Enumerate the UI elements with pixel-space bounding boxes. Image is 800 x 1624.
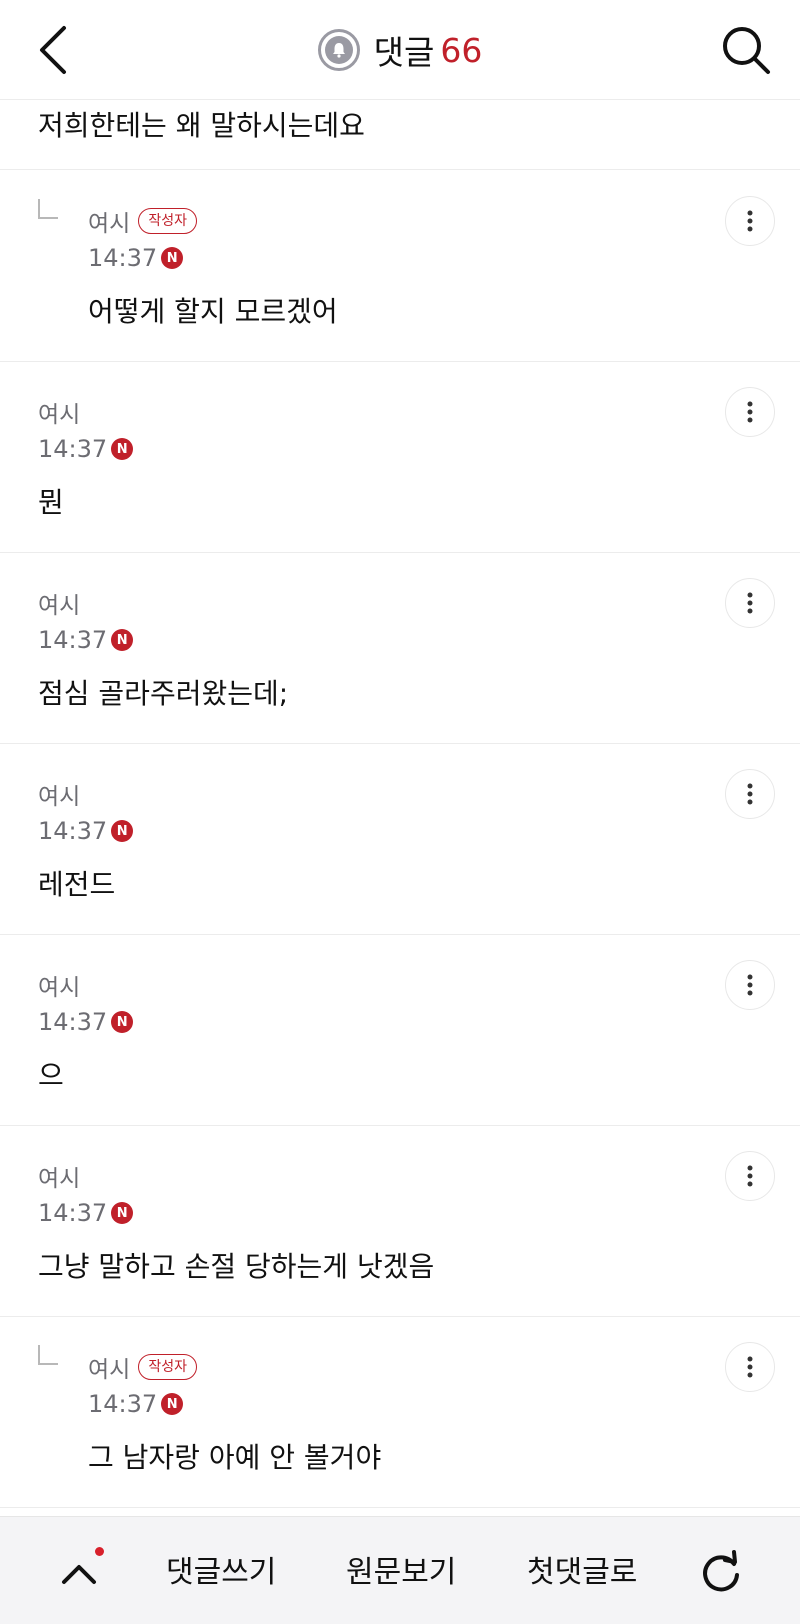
more-options-button[interactable] xyxy=(725,1342,775,1392)
first-comment-button[interactable]: 첫댓글로 xyxy=(527,1547,637,1591)
comments-screen: 댓글 66 저희한테는 왜 말하시는데요 여시 작성자 14:37 N 어떻게 … xyxy=(0,0,800,1624)
more-options-button[interactable] xyxy=(725,387,775,437)
chevron-left-icon xyxy=(40,26,66,74)
comment-item: 여시 14:37 N 뭔 xyxy=(0,362,800,553)
comment-time: 14:37 xyxy=(38,1008,108,1036)
comment-author[interactable]: 여시 xyxy=(38,1159,80,1193)
comment-time: 14:37 xyxy=(88,244,158,272)
new-badge: N xyxy=(161,1393,184,1415)
comment-author[interactable]: 여시 xyxy=(88,204,130,238)
comment-text: 그 남자랑 아예 안 볼거야 xyxy=(88,1441,382,1474)
comment-author[interactable]: 여시 xyxy=(88,1350,130,1384)
comment-text: 저희한테는 왜 말하시는데요 xyxy=(38,109,365,142)
new-badge: N xyxy=(111,1011,134,1033)
write-comment-button[interactable]: 댓글쓰기 xyxy=(166,1547,276,1591)
author-badge: 작성자 xyxy=(138,1354,197,1380)
more-vertical-icon xyxy=(747,974,753,996)
comment-fragment: 저희한테는 왜 말하시는데요 xyxy=(0,100,800,170)
bell-icon[interactable] xyxy=(317,29,360,71)
comment-time: 14:37 xyxy=(88,1390,158,1418)
reply-indicator-icon xyxy=(38,199,58,219)
comment-item: 여시 14:37 N 점심 골라주러왔는데; xyxy=(0,553,800,744)
new-badge: N xyxy=(111,1202,134,1224)
notification-dot xyxy=(95,1547,104,1556)
more-options-button[interactable] xyxy=(725,960,775,1010)
more-options-button[interactable] xyxy=(725,1151,775,1201)
comment-author[interactable]: 여시 xyxy=(38,586,80,620)
new-badge: N xyxy=(111,438,134,460)
comment-text: 그냥 말하고 손절 당하는게 낫겠음 xyxy=(38,1250,435,1283)
comment-text: 점심 골라주러왔는데; xyxy=(38,677,289,710)
more-options-button[interactable] xyxy=(725,196,775,246)
comment-text: 어떻게 할지 모르겠어 xyxy=(88,295,338,328)
more-vertical-icon xyxy=(747,1165,753,1187)
header-title-group: 댓글 66 xyxy=(0,0,800,100)
comment-text: 레전드 xyxy=(38,868,116,901)
view-original-button[interactable]: 원문보기 xyxy=(346,1547,456,1591)
comment-item: 여시 14:37 N 으 xyxy=(0,935,800,1126)
refresh-icon xyxy=(703,1550,739,1592)
new-badge: N xyxy=(111,820,134,842)
more-vertical-icon xyxy=(747,592,753,614)
comment-time: 14:37 xyxy=(38,435,108,463)
comment-item: 여시 작성자 14:37 N 어떻게 할지 모르겠어 xyxy=(0,171,800,362)
more-vertical-icon xyxy=(747,783,753,805)
comment-time: 14:37 xyxy=(38,1199,108,1227)
refresh-button[interactable] xyxy=(696,1547,746,1597)
new-badge: N xyxy=(161,247,184,269)
comment-author[interactable]: 여시 xyxy=(38,777,80,811)
new-badge: N xyxy=(111,629,134,651)
comment-text: 으 xyxy=(38,1059,64,1092)
search-button[interactable] xyxy=(718,22,774,78)
comment-time: 14:37 xyxy=(38,626,108,654)
more-options-button[interactable] xyxy=(725,769,775,819)
more-vertical-icon xyxy=(747,210,753,232)
bottom-toolbar: 댓글쓰기 원문보기 첫댓글로 xyxy=(0,1516,800,1624)
comment-text: 뭔 xyxy=(38,486,64,519)
more-vertical-icon xyxy=(747,401,753,423)
reply-indicator-icon xyxy=(38,1345,58,1365)
comment-time: 14:37 xyxy=(38,817,108,845)
search-icon xyxy=(723,27,770,74)
header: 댓글 66 xyxy=(0,0,800,100)
more-vertical-icon xyxy=(747,1356,753,1378)
comment-author[interactable]: 여시 xyxy=(38,395,80,429)
page-title: 댓글 xyxy=(373,33,435,72)
comment-item: 여시 14:37 N 그냥 말하고 손절 당하는게 낫겠음 xyxy=(0,1126,800,1317)
back-button[interactable] xyxy=(30,22,80,78)
comment-count: 66 xyxy=(440,30,483,70)
comment-item: 여시 작성자 14:37 N 그 남자랑 아예 안 볼거야 xyxy=(0,1317,800,1508)
author-badge: 작성자 xyxy=(138,208,197,234)
comment-author[interactable]: 여시 xyxy=(38,968,80,1002)
more-options-button[interactable] xyxy=(725,578,775,628)
comment-item: 여시 14:37 N 레전드 xyxy=(0,744,800,935)
